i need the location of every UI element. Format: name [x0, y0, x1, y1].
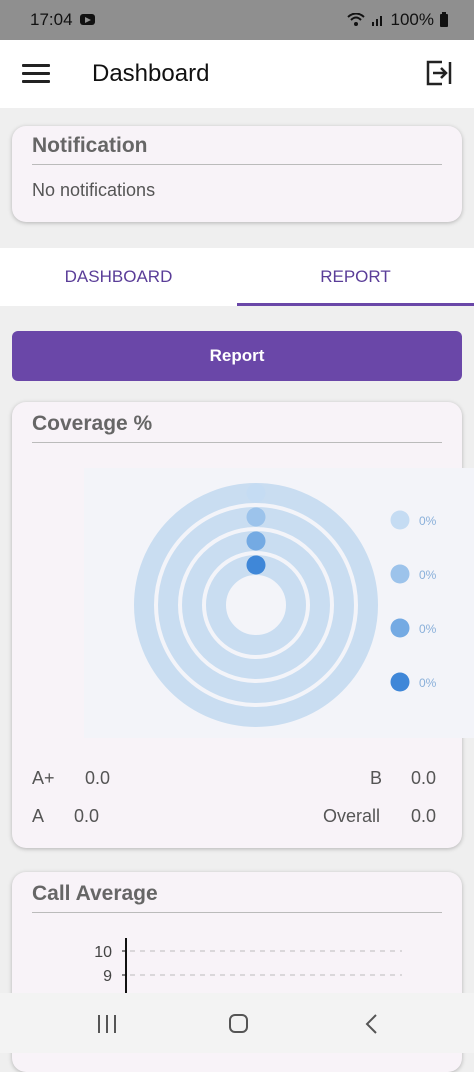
- tab-report[interactable]: REPORT: [237, 248, 474, 306]
- stat-overall-value: 0.0: [411, 806, 437, 826]
- notification-card: Notification No notifications: [12, 126, 462, 222]
- system-nav-bar: [0, 993, 474, 1053]
- tab-dashboard[interactable]: DASHBOARD: [0, 248, 237, 306]
- legend-value: 0%: [419, 568, 437, 582]
- legend-swatch: [390, 672, 410, 692]
- logout-icon[interactable]: [424, 58, 454, 88]
- coverage-ring-marker: [246, 507, 266, 527]
- stat-a-label: A: [32, 806, 45, 826]
- battery-icon: [440, 11, 448, 27]
- app-bar: Dashboard: [0, 40, 474, 108]
- notification-text: No notifications: [32, 180, 156, 200]
- legend-value: 0%: [419, 622, 437, 636]
- y-tick-label: 10: [94, 944, 112, 961]
- y-tick-label: 9: [103, 968, 112, 985]
- coverage-card: Coverage % 0% 0% 0% 0% A+ 0.0 B 0.0 A 0.0 O…: [12, 402, 474, 848]
- home-icon[interactable]: [228, 1013, 250, 1035]
- tab-indicator: [237, 303, 474, 306]
- coverage-chart-svg: 0% 0% 0% 0%: [134, 483, 437, 727]
- coverage-ring-track: [206, 555, 306, 655]
- notification-title: Notification: [32, 134, 148, 157]
- divider: [32, 442, 442, 443]
- wifi-icon: [346, 13, 365, 26]
- tab-bar: DASHBOARD REPORT: [0, 248, 474, 306]
- coverage-title: Coverage %: [32, 412, 153, 435]
- status-time: 17:04: [30, 10, 73, 29]
- coverage-chart: 0% 0% 0% 0%: [84, 468, 474, 738]
- coverage-ring-marker: [246, 483, 266, 503]
- stat-a-plus-label: A+: [32, 768, 55, 788]
- coverage-ring-marker: [246, 531, 266, 551]
- report-button[interactable]: Report: [12, 331, 462, 381]
- legend-value: 0%: [419, 676, 437, 690]
- status-right: 100%: [346, 10, 448, 30]
- status-bar: 17:04 100%: [0, 0, 474, 40]
- stat-b-value: 0.0: [411, 768, 437, 788]
- signal-icon: [371, 16, 382, 26]
- stat-a-value: 0.0: [74, 806, 100, 826]
- legend-value: 0%: [419, 514, 437, 528]
- coverage-ring-marker: [246, 555, 266, 575]
- back-icon[interactable]: [364, 1013, 380, 1035]
- page-title: Dashboard: [92, 60, 210, 87]
- legend-swatch: [390, 510, 410, 530]
- stat-a-plus-value: 0.0: [85, 768, 111, 788]
- divider: [32, 164, 442, 165]
- legend-swatch: [390, 564, 410, 584]
- recent-apps-icon[interactable]: [96, 1015, 118, 1033]
- menu-icon[interactable]: [22, 64, 50, 84]
- battery-percent: 100%: [390, 10, 434, 29]
- stat-overall-label: Overall: [323, 806, 381, 826]
- legend-swatch: [390, 618, 410, 638]
- stat-b-label: B: [370, 768, 383, 788]
- youtube-icon: [80, 14, 95, 25]
